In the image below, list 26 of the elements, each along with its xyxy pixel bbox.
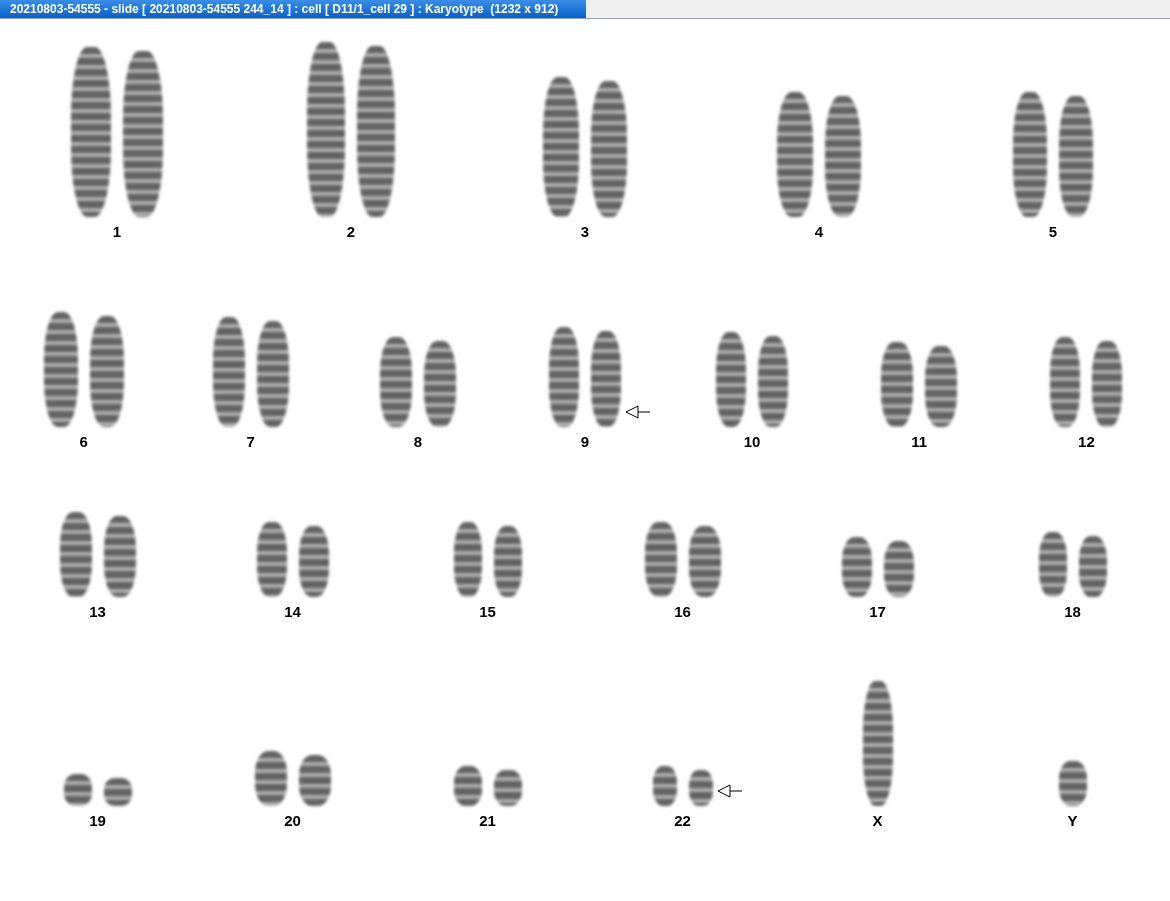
chromosome-label: 17 xyxy=(869,603,886,621)
chromosome-label: 22 xyxy=(674,812,691,830)
chromosome-label: X xyxy=(872,812,883,830)
chromosome-label: 8 xyxy=(413,433,422,451)
window-title: 20210803-54555 - slide [ 20210803-54555 244_14 ] : cell [ D11/1_cell 29 ] : Karyotype (1232 x 912) xyxy=(0,0,586,18)
chromosome-label: 9 xyxy=(580,433,590,451)
chromosome-label: 21 xyxy=(479,812,496,830)
chromosome-label: 10 xyxy=(743,433,761,451)
chromosome-drawing xyxy=(652,766,713,806)
chromosome-label: 7 xyxy=(246,433,255,451)
chromosome-label: 15 xyxy=(479,603,496,621)
chromosome-label: 4 xyxy=(814,223,824,241)
chromosome-label: 3 xyxy=(580,223,590,241)
chromosome-label: 20 xyxy=(284,812,301,830)
chromosome-label: 18 xyxy=(1064,603,1081,621)
chromosome-label: 16 xyxy=(674,603,691,621)
chromosome-label: 11 xyxy=(911,433,928,451)
chromosome-label: 12 xyxy=(1078,433,1095,451)
chromosome-label: 13 xyxy=(89,603,106,621)
chromosome-label: 2 xyxy=(346,223,356,241)
chromosome-label: 14 xyxy=(284,603,301,621)
chromosome-label: 5 xyxy=(1048,223,1058,241)
chromosome-label: Y xyxy=(1067,812,1078,830)
chromosome-label: 1 xyxy=(112,223,122,241)
chromosome-label: 6 xyxy=(79,433,88,451)
chromosome-label: 19 xyxy=(89,812,106,830)
